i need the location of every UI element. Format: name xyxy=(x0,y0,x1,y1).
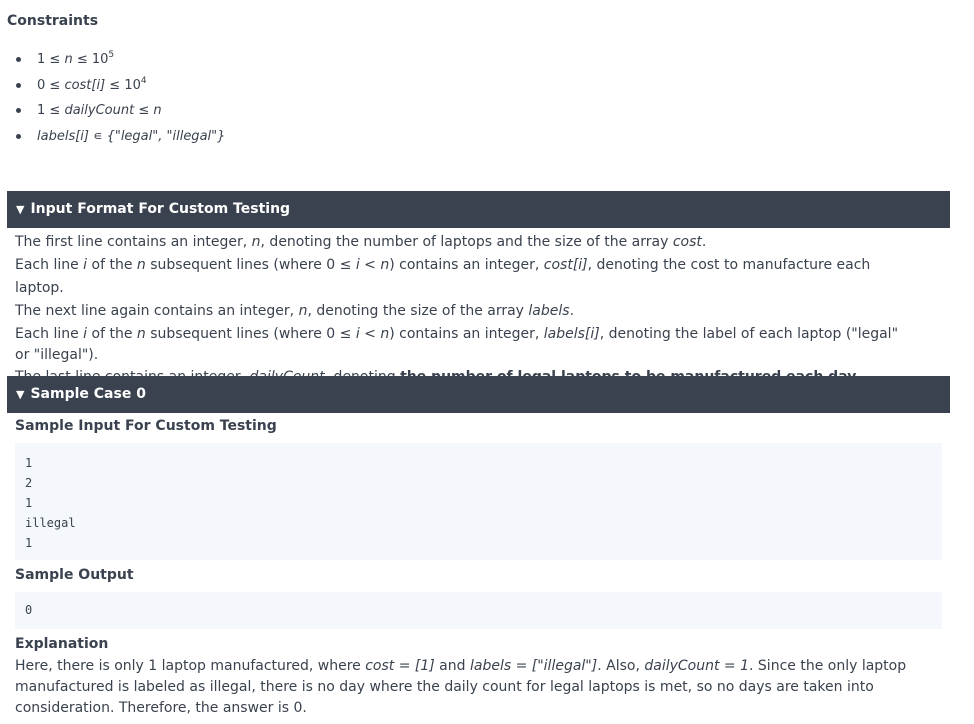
constraints-title: Constraints xyxy=(7,13,99,29)
input-format-line: The next line again contains an integer,… xyxy=(15,300,915,323)
constraint-mid: ∊ {"legal", "illegal"} xyxy=(88,128,226,144)
sample-output-code: 0 xyxy=(15,592,942,629)
text: < xyxy=(359,257,381,273)
var: labels xyxy=(528,303,570,319)
sample-output-title: Sample Output xyxy=(15,567,134,583)
constraint-var: labels[i] xyxy=(37,128,89,144)
text: Each line xyxy=(15,257,84,273)
constraint-var: cost[i] xyxy=(64,77,106,93)
text: , denoting the number of laptops and the… xyxy=(260,234,673,250)
text: . xyxy=(569,303,575,319)
var: cost[i] xyxy=(543,257,588,273)
input-format-line: Each line i of the n subsequent lines (w… xyxy=(15,324,915,366)
bullet-icon xyxy=(16,82,21,88)
constraint-var: dailyCount xyxy=(64,103,135,118)
constraint-var2: n xyxy=(153,103,162,118)
var: n xyxy=(380,257,390,273)
var: cost xyxy=(672,234,702,250)
text: . Also, xyxy=(597,658,645,674)
var: labels = ["illegal"] xyxy=(469,658,598,674)
text: . xyxy=(701,234,707,250)
var: n xyxy=(251,234,261,250)
text: , denoting the size of the array xyxy=(307,303,529,319)
text: The next line again contains an integer, xyxy=(15,303,299,319)
constraint-text: 1 ≤ dailyCount ≤ n xyxy=(37,101,162,121)
input-format-line: Each line i of the n subsequent lines (w… xyxy=(15,254,915,300)
bullet-icon xyxy=(16,108,21,113)
text: subsequent lines (where 0 ≤ xyxy=(145,257,356,273)
explanation-title: Explanation xyxy=(15,636,109,652)
code-line: 0 xyxy=(25,603,33,617)
var: n xyxy=(380,326,390,342)
constraint-var: n xyxy=(64,52,73,67)
code-line: 1 xyxy=(25,496,33,510)
explanation-body: Here, there is only 1 laptop manufacture… xyxy=(15,656,915,719)
constraint-text: labels[i] ∊ {"legal", "illegal"} xyxy=(37,127,225,147)
var: n xyxy=(136,257,146,273)
sample-input-title: Sample Input For Custom Testing xyxy=(15,418,277,434)
sample-case-header[interactable]: ▼ Sample Case 0 xyxy=(7,376,950,413)
input-format-header[interactable]: ▼ Input Format For Custom Testing xyxy=(7,191,950,228)
var: dailyCount = 1 xyxy=(644,658,750,674)
sample-input-code: 1 2 1 illegal 1 xyxy=(15,443,942,560)
text: of the xyxy=(87,257,137,273)
text: Each line xyxy=(15,326,84,342)
var: n xyxy=(136,326,146,342)
var: labels[i] xyxy=(543,326,600,342)
caret-down-icon: ▼ xyxy=(16,388,25,401)
text: of the xyxy=(87,326,137,342)
constraint-mid: ≤ 10 xyxy=(105,77,141,93)
text: and xyxy=(434,658,470,674)
constraint-pre: 1 ≤ xyxy=(37,103,65,118)
caret-down-icon: ▼ xyxy=(16,203,25,216)
code-line: 1 xyxy=(25,456,33,470)
section-title: Input Format For Custom Testing xyxy=(30,201,291,217)
constraint-sup: 5 xyxy=(108,50,115,60)
input-format-body: The first line contains an integer, n, d… xyxy=(15,231,915,389)
constraint-text: 0 ≤ cost[i] ≤ 104 xyxy=(37,76,147,96)
text: Here, there is only 1 laptop manufacture… xyxy=(15,658,366,674)
text: subsequent lines (where 0 ≤ xyxy=(145,326,356,342)
section-title: Sample Case 0 xyxy=(30,386,146,402)
text: ) contains an integer, xyxy=(389,326,544,342)
var: cost = [1] xyxy=(365,658,435,674)
constraint-pre: 0 ≤ xyxy=(37,77,65,93)
text: < xyxy=(359,326,381,342)
constraint-sup: 4 xyxy=(140,75,147,86)
bullet-icon xyxy=(16,133,21,139)
text: ) contains an integer, xyxy=(389,257,544,273)
text: The first line contains an integer, xyxy=(15,234,252,250)
constraint-mid: ≤ 10 xyxy=(72,52,109,67)
code-line: 2 xyxy=(25,476,33,490)
constraint-mid: ≤ xyxy=(134,103,154,118)
constraint-text: 1 ≤ n ≤ 105 xyxy=(37,50,114,70)
bullet-icon xyxy=(16,57,21,62)
code-line: illegal xyxy=(25,516,76,530)
code-line: 1 xyxy=(25,536,33,550)
constraint-pre: 1 ≤ xyxy=(37,52,65,67)
input-format-line: The first line contains an integer, n, d… xyxy=(15,231,915,254)
